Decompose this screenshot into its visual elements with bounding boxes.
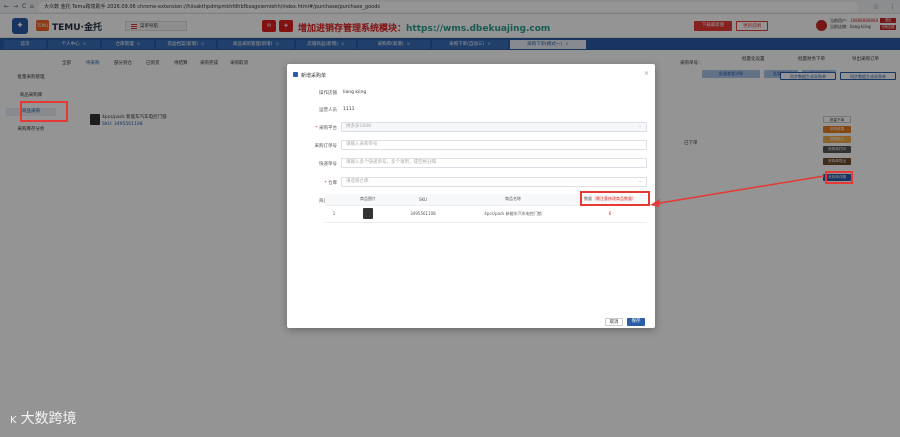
chevron-down-icon: ⌄ bbox=[638, 124, 642, 129]
col-image: 商品图片 bbox=[343, 194, 393, 206]
field-label-warehouse: * 仓库 bbox=[293, 180, 337, 186]
col-name: 商品名称 bbox=[453, 194, 573, 206]
order-no-input[interactable]: 请输入采购单号 bbox=[341, 140, 647, 150]
dialog-title: 新增采购单 bbox=[301, 73, 327, 79]
close-icon[interactable]: × bbox=[644, 70, 649, 77]
save-button[interactable]: 保存 bbox=[627, 318, 645, 326]
row-image bbox=[343, 205, 393, 223]
watermark: K 大数跨境 bbox=[10, 408, 77, 428]
watermark-text: 大数跨境 bbox=[20, 411, 77, 427]
field-label-order-no: 采购订单号 bbox=[314, 144, 338, 149]
row-index: 1 bbox=[325, 205, 343, 223]
order-no-placeholder: 请输入采购单号 bbox=[346, 142, 378, 147]
field-label-tracking: 快递单号 bbox=[319, 162, 337, 167]
label-text: 采购平台 bbox=[319, 126, 337, 131]
platform-select[interactable]: 拼多多1688 ⌄ bbox=[341, 122, 647, 132]
watermark-logo-icon: K bbox=[10, 415, 17, 426]
annotation-arrow-icon bbox=[650, 175, 825, 207]
platform-select-value: 拼多多1688 bbox=[346, 124, 371, 129]
table-row: 1 3495561108 4pcs/pack 新能车汽车电控门锁 6 bbox=[325, 205, 647, 223]
tracking-placeholder: 请输入多个快递单号，多个请用，或空格分隔 bbox=[346, 160, 436, 165]
row-name: 4pcs/pack 新能车汽车电控门锁 bbox=[453, 205, 573, 223]
product-thumbnail bbox=[363, 208, 373, 219]
warehouse-select[interactable]: 请选择仓库 ⌄ bbox=[341, 177, 647, 187]
field-value-operator: 1111 bbox=[343, 107, 355, 112]
field-label-platform: * 采购平台 bbox=[293, 125, 337, 131]
field-label-operator: 运营人员 bbox=[319, 108, 337, 113]
dialog-icon bbox=[293, 72, 298, 77]
row-qty-input[interactable]: 6 bbox=[573, 205, 647, 223]
cancel-button[interactable]: 取消 bbox=[605, 318, 623, 326]
col-sku: SKU bbox=[393, 194, 453, 206]
annotation-highlight-sidebar bbox=[20, 101, 68, 122]
field-value-store: liang kiing bbox=[343, 90, 367, 95]
row-sku: 3495561108 bbox=[393, 205, 453, 223]
warehouse-select-value: 请选择仓库 bbox=[346, 179, 369, 184]
field-label-store: 操作店铺 bbox=[319, 91, 337, 96]
tracking-input[interactable]: 请输入多个快递单号，多个请用，或空格分隔 bbox=[341, 158, 647, 168]
col-index bbox=[325, 194, 343, 206]
annotation-highlight-action bbox=[825, 171, 853, 184]
label-text: 仓库 bbox=[328, 181, 337, 186]
